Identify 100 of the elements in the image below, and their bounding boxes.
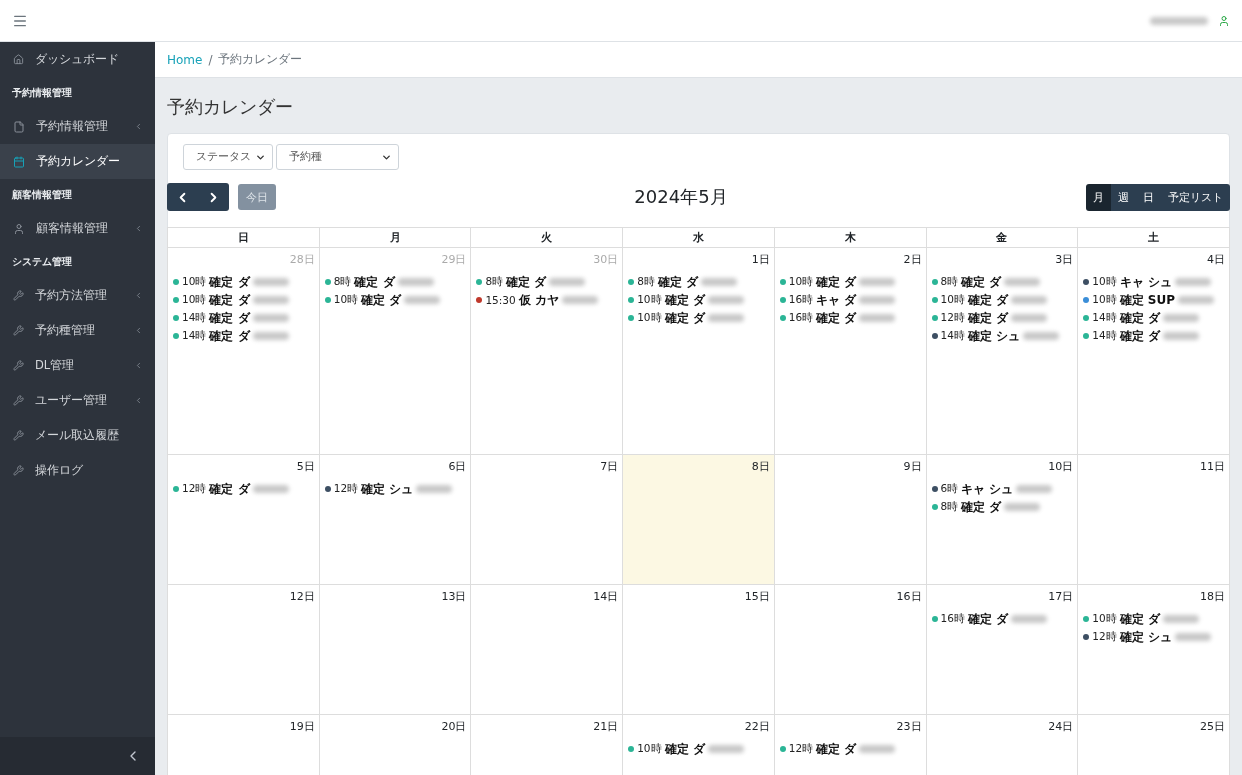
- select-field[interactable]: ステータス: [183, 144, 273, 170]
- redacted-text: [252, 332, 289, 340]
- event-label[interactable]: 確定 ダ: [967, 309, 1009, 327]
- sidebar-item[interactable]: 予約方法管理: [0, 278, 155, 313]
- event-time[interactable]: 8時: [940, 275, 959, 289]
- event-time[interactable]: 16時: [940, 612, 965, 626]
- file-icon: [13, 120, 25, 133]
- redacted-text: [397, 278, 434, 286]
- day-number: 25日: [1200, 719, 1225, 734]
- event-time[interactable]: 14時: [1092, 311, 1117, 325]
- redacted-text: [1174, 278, 1211, 286]
- event-label[interactable]: 確定 ダ: [209, 273, 250, 291]
- next-button[interactable]: [198, 183, 229, 211]
- day-number: 4日: [1207, 252, 1225, 267]
- event-label[interactable]: 確定 ダ: [967, 291, 1009, 309]
- redacted-text: [1162, 332, 1199, 340]
- event-label[interactable]: 確定 ダ: [1119, 327, 1160, 345]
- event-time[interactable]: 10時: [637, 293, 662, 307]
- event-label[interactable]: 確定 ダ: [664, 291, 705, 309]
- event-label[interactable]: 確定 ダ: [209, 480, 250, 498]
- event-label[interactable]: 確定 ダ: [209, 309, 250, 327]
- event-time[interactable]: 10時: [1092, 275, 1117, 289]
- event-time[interactable]: 10時: [637, 742, 662, 756]
- event-time[interactable]: 14時: [940, 329, 965, 343]
- view-button[interactable]: 週: [1111, 183, 1136, 211]
- event-time[interactable]: 10時: [1092, 293, 1117, 307]
- event-time[interactable]: 10時: [788, 275, 814, 289]
- day-number: 21日: [593, 719, 619, 734]
- day-number: 7日: [600, 459, 619, 474]
- event-label[interactable]: 確定 シュ: [967, 327, 1021, 345]
- event-label[interactable]: 確定 ダ: [961, 498, 1002, 516]
- calendar-title: 2024年5月: [634, 185, 728, 209]
- event-label[interactable]: 仮 カヤ: [518, 291, 559, 309]
- wrench-icon: [13, 360, 24, 371]
- day-number: 13日: [441, 589, 467, 604]
- event-time[interactable]: 12時: [940, 311, 965, 325]
- event-time[interactable]: 12時: [182, 482, 207, 496]
- redacted-text: [252, 485, 289, 493]
- sidebar-item[interactable]: 予約種管理: [0, 313, 155, 348]
- event-time[interactable]: 10時: [182, 293, 207, 307]
- event-time[interactable]: 14時: [182, 311, 207, 325]
- event-label[interactable]: 確定 SUP: [1119, 291, 1175, 309]
- event-time[interactable]: 10時: [637, 311, 662, 325]
- event-time[interactable]: 8時: [637, 275, 655, 289]
- event-label[interactable]: 確定 ダ: [209, 291, 250, 309]
- event-label[interactable]: 確定 ダ: [816, 740, 857, 758]
- event-label[interactable]: 確定 シュ: [361, 480, 414, 498]
- sidebar-item[interactable]: DL管理: [0, 348, 155, 383]
- event-time[interactable]: 6時: [940, 482, 959, 496]
- page-title: 予約カレンダー: [166, 95, 294, 119]
- event-time[interactable]: 14時: [182, 329, 207, 343]
- event-time[interactable]: 8時: [940, 500, 959, 514]
- event-label[interactable]: 確定 ダ: [816, 309, 857, 327]
- event-label[interactable]: キャ シュ: [1119, 273, 1172, 291]
- event-label[interactable]: 確定 ダ: [1119, 610, 1160, 628]
- event-label[interactable]: 確定 ダ: [1119, 309, 1160, 327]
- view-button[interactable]: 月: [1086, 183, 1111, 211]
- sidebar-item[interactable]: 顧客情報管理: [0, 211, 155, 246]
- event-label[interactable]: 確定 ダ: [209, 327, 250, 345]
- view-button[interactable]: 日: [1136, 183, 1161, 211]
- sidebar-item[interactable]: メール取込履歴: [0, 418, 155, 453]
- day-number: 5日: [296, 459, 315, 474]
- select-field[interactable]: 予約種: [276, 144, 399, 170]
- sidebar-item[interactable]: 操作ログ: [0, 453, 155, 488]
- event-label[interactable]: 確定 ダ: [967, 610, 1009, 628]
- event-label[interactable]: 確定 ダ: [657, 273, 698, 291]
- event-label[interactable]: キャ ダ: [816, 291, 857, 309]
- redacted-text: [561, 296, 598, 304]
- event-time[interactable]: 12時: [1092, 630, 1117, 644]
- event-label[interactable]: 確定 ダ: [664, 740, 705, 758]
- event-label[interactable]: 確定 ダ: [506, 273, 547, 291]
- event-label[interactable]: 確定 ダ: [816, 273, 857, 291]
- event-time[interactable]: 10時: [940, 293, 965, 307]
- event-time[interactable]: 16時: [788, 311, 814, 325]
- event-time[interactable]: 12時: [788, 742, 814, 756]
- event-label[interactable]: 確定 ダ: [361, 291, 402, 309]
- sidebar-item[interactable]: 予約情報管理: [0, 109, 155, 144]
- event-time[interactable]: 12時: [333, 482, 359, 496]
- event-time[interactable]: 10時: [182, 275, 207, 289]
- day-number: 29日: [441, 252, 467, 267]
- event-time[interactable]: 16時: [788, 293, 814, 307]
- event-time[interactable]: 10時: [333, 293, 359, 307]
- sidebar-item[interactable]: 予約カレンダー: [0, 144, 155, 179]
- redacted-text: [1023, 332, 1060, 340]
- sidebar-item[interactable]: ダッシュボード: [0, 42, 155, 77]
- view-button[interactable]: 予定リスト: [1161, 183, 1230, 211]
- event-time[interactable]: 10時: [1092, 612, 1117, 626]
- event-label[interactable]: 確定 ダ: [961, 273, 1002, 291]
- event-label[interactable]: キャ シュ: [961, 480, 1014, 498]
- event-label[interactable]: 確定 ダ: [354, 273, 395, 291]
- event-time[interactable]: 14時: [1092, 329, 1117, 343]
- event-label[interactable]: 確定 シュ: [1119, 628, 1172, 646]
- sidebar-item[interactable]: ユーザー管理: [0, 383, 155, 418]
- user-icon[interactable]: [1218, 14, 1230, 27]
- event-time[interactable]: 8時: [333, 275, 352, 289]
- event-time[interactable]: 8時: [485, 275, 504, 289]
- calendar-icon: [13, 155, 25, 168]
- previous-button[interactable]: [167, 183, 198, 211]
- event-time[interactable]: 15:30: [485, 294, 516, 306]
- event-label[interactable]: 確定 ダ: [664, 309, 705, 327]
